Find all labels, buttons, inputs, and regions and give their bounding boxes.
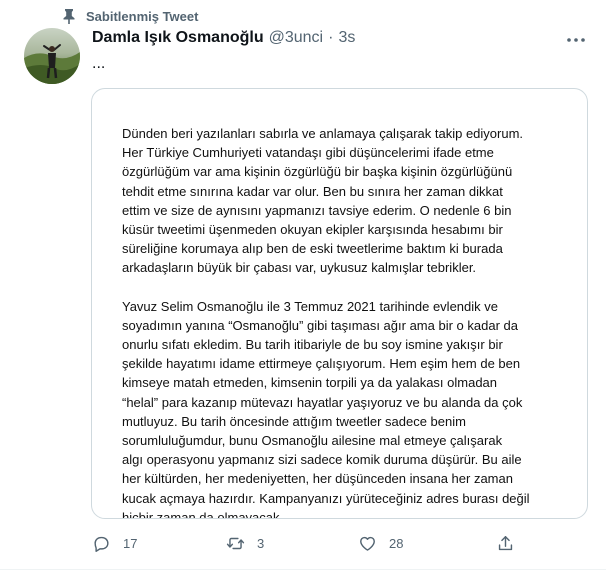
more-options-button[interactable]	[564, 28, 588, 52]
retweet-button[interactable]: 3	[226, 534, 264, 553]
tweet-card[interactable]: Sabitlenmiş Tweet Damla Işık Osmanoğlu @…	[0, 0, 606, 570]
user-handle[interactable]: @3unci	[269, 29, 324, 47]
avatar[interactable]	[24, 28, 80, 84]
reply-button[interactable]: 17	[92, 534, 137, 553]
tweet-header: Damla Işık Osmanoğlu @3unci · 3s	[92, 29, 355, 47]
pinned-indicator: Sabitlenmiş Tweet	[62, 8, 198, 24]
reply-icon	[94, 536, 109, 552]
tweet-image[interactable]: Dünden beri yazılanları sabırla ve anlam…	[91, 88, 588, 519]
like-button[interactable]: 28	[358, 534, 403, 553]
retweet-icon	[226, 537, 245, 550]
image-paragraph: Dünden beri yazılanları sabırla ve anlam…	[122, 126, 524, 276]
tweet-text: ...	[92, 55, 106, 72]
avatar-image	[24, 28, 80, 84]
reply-count: 17	[123, 536, 138, 551]
timestamp[interactable]: 3s	[338, 29, 355, 47]
heart-icon	[360, 536, 375, 551]
retweet-count: 3	[257, 536, 265, 551]
share-icon	[498, 536, 513, 551]
image-paragraph: Yavuz Selim Osmanoğlu ile 3 Temmuz 2021 …	[122, 298, 530, 519]
pinned-label: Sabitlenmiş Tweet	[86, 8, 199, 24]
image-text-block: Dünden beri yazılanları sabırla ve anlam…	[122, 124, 562, 519]
like-count: 28	[389, 536, 404, 551]
display-name[interactable]: Damla Işık Osmanoğlu	[92, 29, 264, 47]
more-horizontal-icon	[567, 38, 585, 42]
separator-dot: ·	[328, 29, 334, 46]
tweet-actions: 17 3 28	[92, 534, 532, 558]
pin-icon	[63, 9, 75, 24]
share-button[interactable]	[496, 534, 515, 553]
